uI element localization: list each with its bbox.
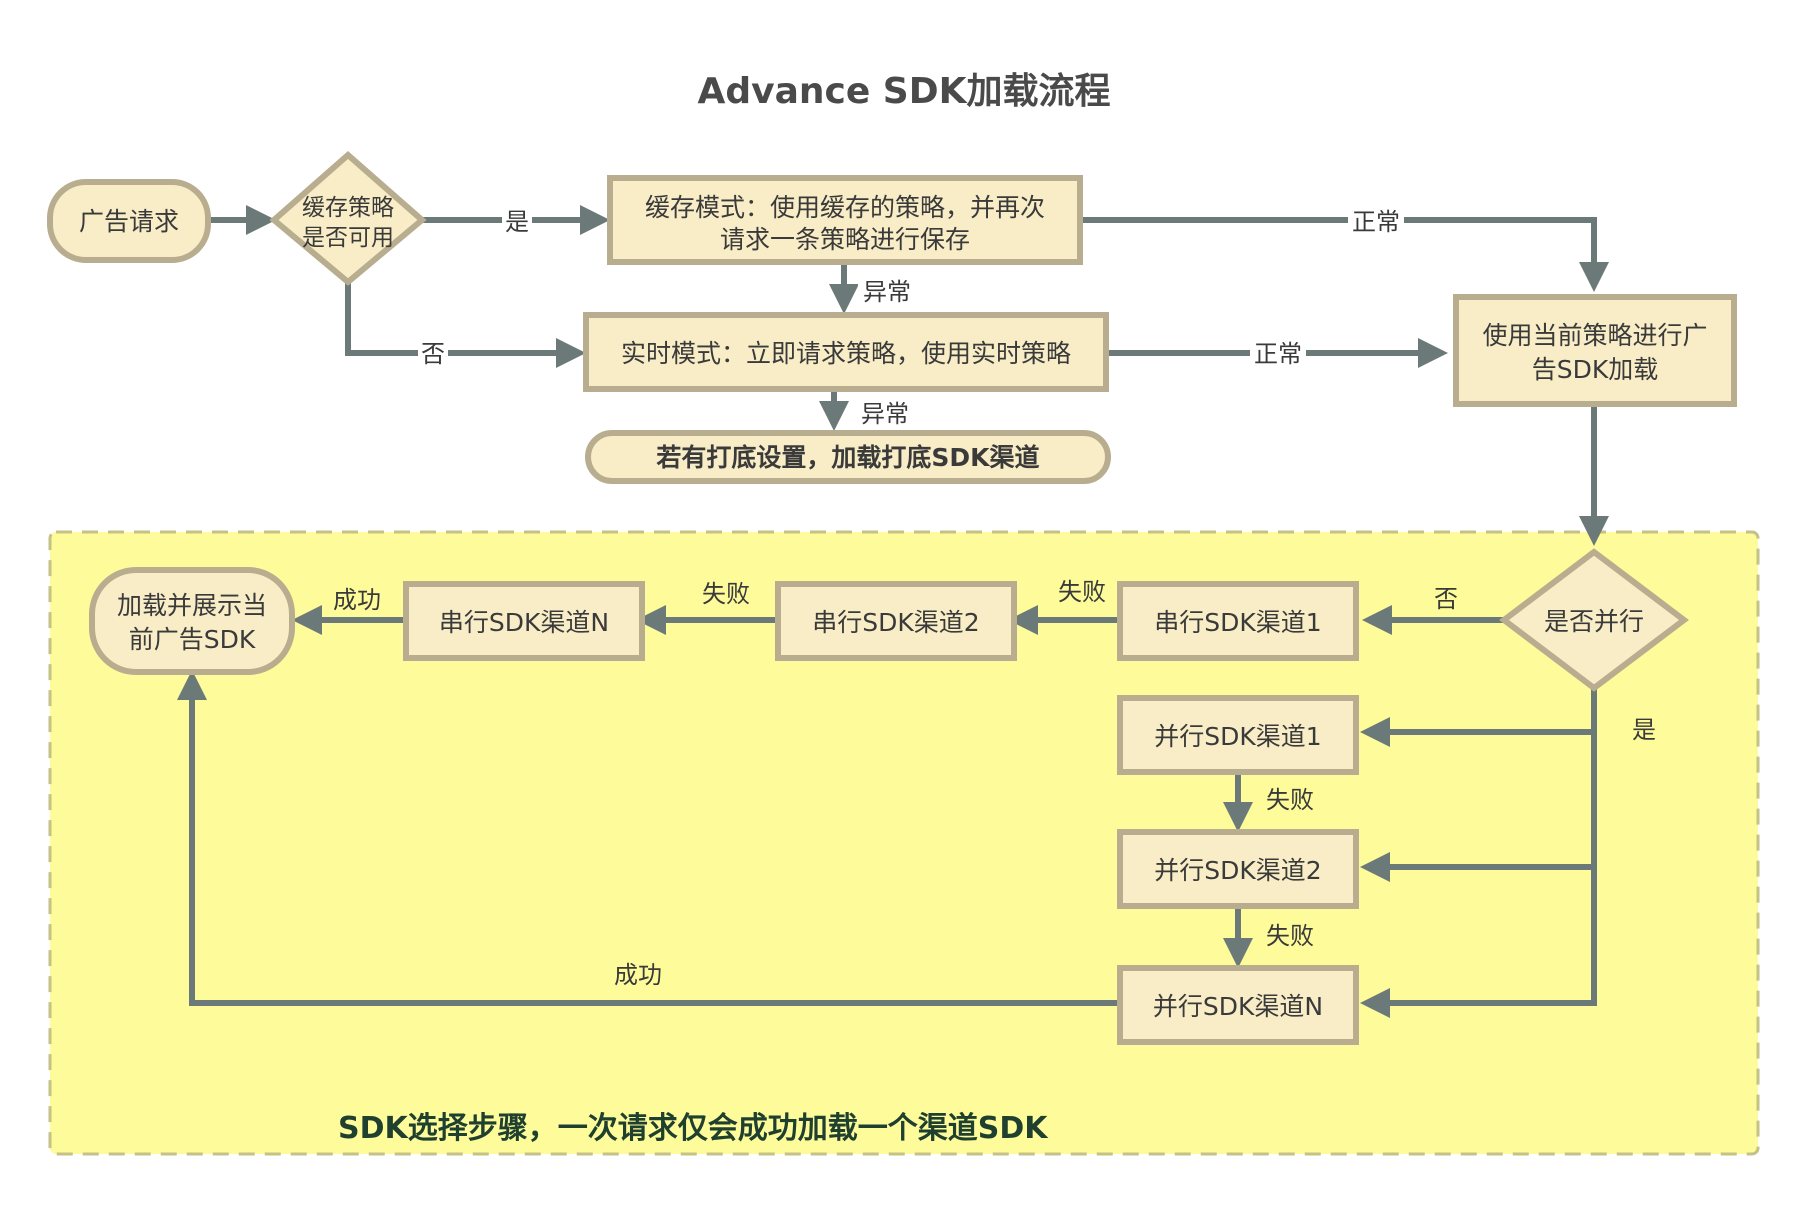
label-parallel-no: 否 xyxy=(1434,585,1458,613)
node-cache-check-line2: 是否可用 xyxy=(302,225,394,251)
node-serial-2-label: 串行SDK渠道2 xyxy=(812,608,979,637)
node-use-strategy-line2: 告SDK加载 xyxy=(1532,355,1659,384)
label-serial1-fail: 失败 xyxy=(1058,578,1106,606)
label-serial2-fail: 失败 xyxy=(702,580,750,608)
label-serialN-success: 成功 xyxy=(333,586,381,614)
label-realtime-normal: 正常 xyxy=(1254,340,1302,368)
node-parallel-check-label: 是否并行 xyxy=(1544,607,1644,636)
node-serial-n-label: 串行SDK渠道N xyxy=(439,608,609,637)
group-caption: SDK选择步骤，一次请求仅会成功加载一个渠道SDK xyxy=(338,1111,1049,1146)
node-realtime-mode-label: 实时模式：立即请求策略，使用实时策略 xyxy=(621,339,1071,368)
node-ad-request-label: 广告请求 xyxy=(79,207,179,236)
label-p1-fail: 失败 xyxy=(1266,786,1314,814)
flowchart: Advance SDK加载流程 SDK选择步骤，一次请求仅会成功加载一个渠道SD… xyxy=(47,71,1760,1156)
label-pN-success: 成功 xyxy=(614,961,662,989)
edge-cache-no xyxy=(345,282,586,368)
node-parallel-n-label: 并行SDK渠道N xyxy=(1153,992,1323,1021)
node-fallback-label: 若有打底设置，加载打底SDK渠道 xyxy=(655,443,1039,472)
diagram-title: Advance SDK加载流程 xyxy=(697,71,1110,112)
label-cache-no: 否 xyxy=(421,340,445,368)
node-use-strategy xyxy=(1453,294,1737,407)
node-cache-mode-line1: 缓存模式：使用缓存的策略，并再次 xyxy=(645,193,1045,222)
label-parallel-yes: 是 xyxy=(1632,716,1656,744)
node-cache-mode-line2: 请求一条策略进行保存 xyxy=(720,225,970,254)
label-cache-yes: 是 xyxy=(505,208,529,236)
node-parallel-2-label: 并行SDK渠道2 xyxy=(1154,856,1321,885)
node-show-ad xyxy=(89,567,295,675)
label-cache-normal: 正常 xyxy=(1352,208,1400,236)
label-cache-abnormal: 异常 xyxy=(863,278,911,306)
node-show-ad-line1: 加载并展示当 xyxy=(117,591,267,620)
node-serial-1-label: 串行SDK渠道1 xyxy=(1154,608,1321,637)
node-cache-check-line1: 缓存策略 xyxy=(302,195,394,221)
label-realtime-abnormal: 异常 xyxy=(861,400,909,428)
edge-cache-normal xyxy=(1080,217,1609,292)
node-show-ad-line2: 前广告SDK xyxy=(129,625,256,654)
node-use-strategy-line1: 使用当前策略进行广 xyxy=(1482,321,1707,350)
node-parallel-1-label: 并行SDK渠道1 xyxy=(1154,722,1321,751)
label-p2-fail: 失败 xyxy=(1266,922,1314,950)
